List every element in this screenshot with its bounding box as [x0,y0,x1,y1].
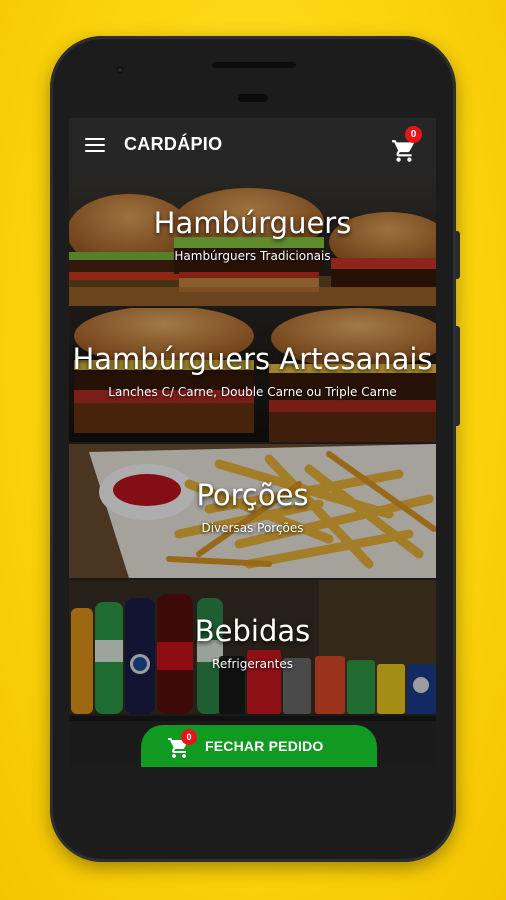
menu-icon[interactable] [85,138,105,154]
phone-camera [116,66,124,74]
category-subtitle: Lanches C/ Carne, Double Carne ou Triple… [108,385,397,399]
bottom-bar: 0 FECHAR PEDIDO [69,721,436,767]
checkout-badge: 0 [181,729,197,745]
category-title: Porções [196,478,309,512]
page-title: CARDÁPIO [124,134,223,154]
category-hamburguers[interactable]: Hambúrguers Hambúrguers Tradicionais [69,172,436,308]
phone-volume-button [456,326,460,426]
phone-power-button [456,231,460,279]
app-screen: CARDÁPIO 0 Hambúrguers Hambúrguers Tradi… [69,118,436,767]
category-subtitle: Refrigerantes [212,657,293,671]
cart-badge: 0 [405,126,422,143]
category-title: Hambúrguers Artesanais [72,342,433,376]
checkout-label: FECHAR PEDIDO [205,738,324,754]
app-bar: CARDÁPIO 0 [69,118,436,172]
category-hamburguers-artesanais[interactable]: Hambúrguers Artesanais Lanches C/ Carne,… [69,308,436,444]
cart-button[interactable]: 0 [391,126,425,162]
category-porcoes[interactable]: Porções Diversas Porções [69,444,436,580]
category-title: Bebidas [194,614,311,648]
category-subtitle: Hambúrguers Tradicionais [174,249,331,263]
checkout-button[interactable]: 0 FECHAR PEDIDO [141,725,377,767]
category-title: Hambúrguers [153,206,352,240]
phone-earpiece [238,94,268,102]
category-bebidas[interactable]: Bebidas Refrigerantes [69,580,436,716]
phone-speaker [212,62,296,68]
category-subtitle: Diversas Porções [201,521,304,535]
